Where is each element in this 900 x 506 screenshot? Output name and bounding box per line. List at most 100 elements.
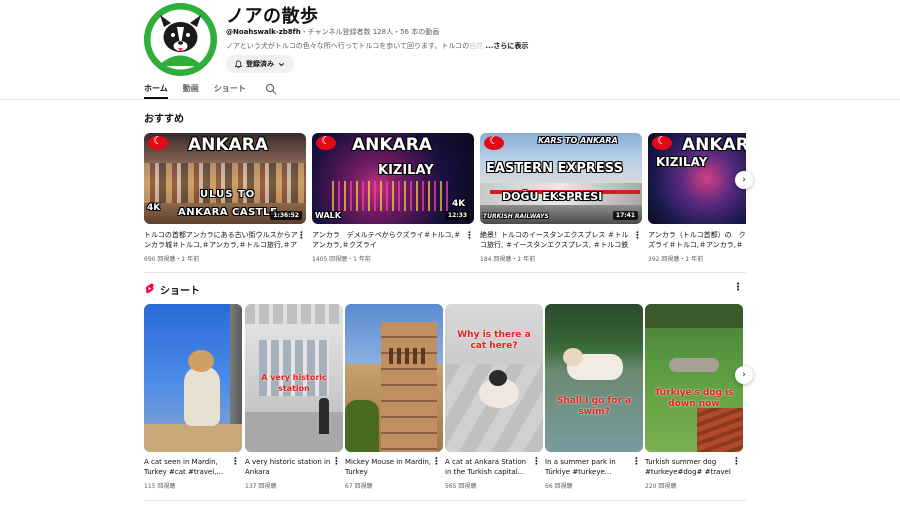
short-meta: 67 回視聴 — [345, 483, 373, 490]
channel-meta: @Noahswalk-zb8fh・チャンネル登録者数 128人・56 本の動画 — [226, 27, 439, 37]
short-card[interactable]: Why is there a cat here? A cat at Ankara… — [445, 304, 543, 490]
short-caption: Shall I go for a swim? — [556, 396, 632, 417]
carousel-next-button[interactable]: › — [735, 171, 753, 189]
tab-shorts[interactable]: ショート — [214, 79, 246, 99]
short-card[interactable]: Mickey Mouse in Mardin, Turkey 67 回視聴 ⋮ — [345, 304, 443, 490]
shorts-logo-icon — [145, 283, 154, 294]
video-thumbnail[interactable]: ANKARA KIZILAY WALK 4K 12:33 — [312, 133, 474, 224]
more-vert-icon[interactable]: ⋮ — [432, 457, 441, 467]
short-meta: 137 回視聴 — [245, 483, 277, 490]
recommended-title: おすすめ — [144, 114, 184, 125]
video-meta: 1405 回視聴・1 年前 — [312, 256, 371, 263]
section-divider — [144, 500, 746, 501]
short-caption: A very historic station — [261, 373, 327, 393]
short-meta: 66 回視聴 — [545, 483, 573, 490]
more-vert-icon[interactable]: ⋮ — [231, 457, 240, 467]
thumb-text: ANKARA — [352, 135, 432, 155]
channel-tabs: ホーム 動画 ショート — [144, 79, 277, 99]
subscribe-label: 登録済み — [246, 60, 274, 68]
short-card[interactable]: Türkiye's dog is down now Turkish summer… — [645, 304, 743, 490]
short-meta: 115 回視聴 — [144, 483, 176, 490]
short-thumbnail[interactable]: Türkiye's dog is down now — [645, 304, 743, 452]
dog-avatar-icon — [144, 3, 217, 76]
subscribe-button[interactable]: 登録済み — [226, 55, 294, 73]
chevron-right-icon: › — [742, 370, 746, 380]
turkey-flag-icon — [316, 134, 336, 150]
video-title[interactable]: アンカラ デメルテペからクズライ＃トルコ,＃アンカラ,＃クズライ — [312, 230, 474, 250]
short-title[interactable]: Turkish summer dog #turkeye#dog# #travel — [645, 457, 743, 477]
channel-handle: @Noahswalk-zb8fh — [226, 28, 301, 36]
video-thumbnail[interactable]: ANKARA ULUS TO ANKARA CASTLE 4K 1:36:52 — [144, 133, 306, 224]
video-card[interactable]: ANKARA ULUS TO ANKARA CASTLE 4K 1:36:52 … — [144, 133, 306, 263]
thumb-text: EASTERN EXPRESS — [486, 161, 623, 176]
short-meta: 565 回視聴 — [445, 483, 477, 490]
thumb-text: KARS TO ANKARA — [538, 136, 618, 145]
more-vert-icon[interactable]: ⋮ — [733, 282, 743, 293]
more-vert-icon[interactable]: ⋮ — [465, 231, 474, 241]
short-thumbnail[interactable]: Why is there a cat here? — [445, 304, 543, 452]
short-title[interactable]: A very historic station in Ankara — [245, 457, 343, 477]
chevron-down-icon — [278, 62, 285, 66]
channel-stats: ・チャンネル登録者数 128人・56 本の動画 — [300, 28, 440, 36]
short-card[interactable]: A very historic station A very historic … — [245, 304, 343, 490]
description-text: ノアという犬がトルコの色々な所へ行ってトルコを歩いて回ります。トルコの — [226, 42, 470, 50]
section-divider — [144, 272, 746, 273]
video-card[interactable]: KARS TO ANKARA EASTERN EXPRESS DOĞU EKSP… — [480, 133, 642, 263]
more-vert-icon[interactable]: ⋮ — [332, 457, 341, 467]
video-title[interactable]: アンカラ（トルコ首都）の クズライ＃トルコ,＃アンカラ,＃クズライ ＃散歩 — [648, 230, 746, 250]
short-thumbnail[interactable]: A very historic station — [245, 304, 343, 452]
more-vert-icon[interactable]: ⋮ — [633, 231, 642, 241]
video-thumbnail[interactable]: ANKAR KIZILAY — [648, 133, 746, 224]
short-card[interactable]: Shall I go for a swim? In a summer park … — [545, 304, 643, 490]
video-thumbnail[interactable]: KARS TO ANKARA EASTERN EXPRESS DOĞU EKSP… — [480, 133, 642, 224]
turkey-flag-icon — [148, 134, 168, 150]
shorts-next-button[interactable]: › — [735, 366, 753, 384]
thumb-text: KIZILAY — [378, 163, 434, 178]
chevron-right-icon: › — [742, 175, 746, 185]
video-meta: 392 回視聴・1 年前 — [648, 256, 704, 263]
short-caption: Türkiye's dog is down now — [654, 388, 734, 409]
thumb-text: ANKAR — [682, 135, 746, 155]
turkey-flag-icon — [484, 134, 504, 150]
short-title[interactable]: A cat seen in Mardin, Turkey #cat #trave… — [144, 457, 242, 477]
tabs-divider — [0, 99, 900, 100]
short-title[interactable]: In a summer park in Türkiye #turkeye... — [545, 457, 643, 477]
short-title[interactable]: Mickey Mouse in Mardin, Turkey — [345, 457, 443, 477]
thumb-text: DOĞU EKSPRESI — [502, 190, 603, 203]
tab-home[interactable]: ホーム — [144, 79, 168, 99]
video-meta: 184 回視聴・1 年前 — [480, 256, 536, 263]
video-meta: 690 回視聴・1 年前 — [144, 256, 200, 263]
short-thumbnail[interactable]: Shall I go for a swim? — [545, 304, 643, 452]
bell-icon — [234, 60, 243, 68]
short-thumbnail[interactable] — [144, 304, 242, 452]
video-title[interactable]: トルコの首都アンカラにある古い街ウルスからアンカラ城＃トルコ,＃アンカラ,＃トル… — [144, 230, 306, 250]
turkey-flag-icon — [652, 134, 672, 150]
video-duration: 12:33 — [444, 211, 470, 220]
show-more-link[interactable]: ...さらに表示 — [485, 42, 528, 50]
thumb-text: KIZILAY — [656, 155, 708, 169]
channel-title: ノアの散歩 — [226, 6, 319, 27]
quality-badge: 4K — [452, 199, 466, 209]
thumb-text: ULUS TO — [200, 189, 256, 200]
thumb-text: ANKARA — [188, 135, 268, 155]
channel-description[interactable]: ノアという犬がトルコの色々な所へ行ってトルコを歩いて回ります。トルコの自然 ..… — [226, 41, 528, 51]
video-title[interactable]: 絶景！トルコのイースタンエクスプレス ＃トルコ旅行, ＃イースタンエクスプレス,… — [480, 230, 642, 250]
video-card[interactable]: ANKARA KIZILAY WALK 4K 12:33 アンカラ デメルテペか… — [312, 133, 474, 263]
more-vert-icon[interactable]: ⋮ — [632, 457, 641, 467]
short-meta: 220 回視聴 — [645, 483, 677, 490]
short-card[interactable]: A cat seen in Mardin, Turkey #cat #trave… — [144, 304, 242, 490]
shorts-title: ショート — [160, 286, 200, 297]
channel-avatar[interactable] — [144, 3, 217, 76]
video-duration: 17:41 — [612, 211, 638, 220]
short-caption: Why is there a cat here? — [457, 330, 531, 351]
more-vert-icon[interactable]: ⋮ — [732, 457, 741, 467]
more-vert-icon[interactable]: ⋮ — [297, 231, 306, 241]
search-icon[interactable] — [265, 83, 277, 95]
tab-videos[interactable]: 動画 — [183, 79, 199, 99]
video-card[interactable]: ANKAR KIZILAY アンカラ（トルコ首都）の クズライ＃トルコ,＃アンカ… — [648, 133, 746, 263]
more-vert-icon[interactable]: ⋮ — [532, 457, 541, 467]
short-title[interactable]: A cat at Ankara Station in the Turkish c… — [445, 457, 543, 477]
short-thumbnail[interactable] — [345, 304, 443, 452]
description-faded: 自然 — [469, 42, 484, 50]
video-duration: 1:36:52 — [270, 211, 302, 220]
